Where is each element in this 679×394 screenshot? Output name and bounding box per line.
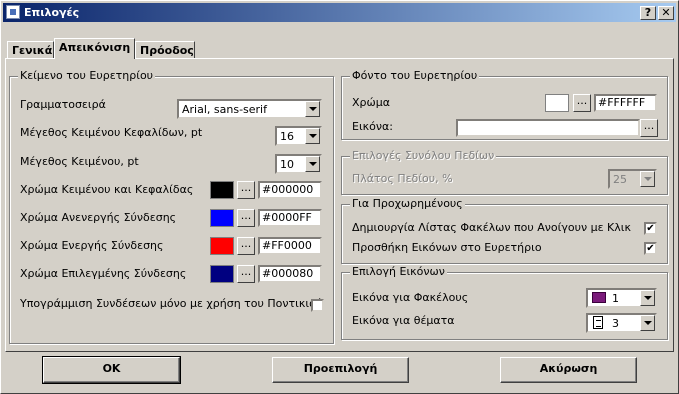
bg-image-field[interactable] [456, 119, 640, 137]
default-button[interactable]: Προεπιλογή [272, 357, 409, 383]
clickable-folders-label: Δημιουργία Λίστας Φακέλων που Ανοίγουν μ… [352, 221, 631, 234]
tab-panel: Κείμενο του Ευρετηρίου Γραμματοσειρά Ari… [5, 58, 674, 352]
options-dialog: Επιλογές ? ✕ Γενικά Απεικόνιση Πρόοδος Κ… [0, 0, 679, 394]
group-title: Επιλογή Εικόνων [350, 265, 447, 279]
tab-progress[interactable]: Πρόοδος [135, 41, 195, 59]
header-size-select[interactable]: 16 [275, 126, 322, 146]
tab-display[interactable]: Απεικόνιση [54, 38, 135, 59]
underline-label: Υπογράμμιση Συνδέσεων μόνο με χρήση του … [20, 297, 323, 310]
header-size-value: 16 [280, 130, 294, 143]
advanced-group: Για Προχωρημένους Δημιουργία Λίστας Φακέ… [341, 197, 668, 264]
font-label: Γραμματοσειρά [20, 98, 106, 111]
text-color-label: Χρώμα Κειμένου και Κεφαλίδας [20, 183, 194, 196]
window-title: Επιλογές [24, 6, 80, 19]
header-size-label: Μέγεθος Κειμένου Κεφαλίδων, pt [20, 126, 203, 139]
active-link-color-field[interactable]: #FF0000 [258, 237, 322, 255]
field-options-group: Επιλογές Συνόλου Πεδίων Πλάτος Πεδίου, %… [341, 149, 668, 195]
group-title: Επιλογές Συνόλου Πεδίων [350, 149, 497, 163]
folder-image-label: Εικόνα για Φακέλους [352, 291, 469, 304]
font-select[interactable]: Arial, sans-serif [177, 99, 322, 119]
selected-link-color-swatch [210, 265, 234, 283]
chevron-down-icon[interactable] [640, 171, 655, 187]
help-button[interactable]: ? [640, 6, 656, 20]
clickable-folders-checkbox[interactable]: ✔ [644, 222, 657, 235]
images-group: Επιλογή Εικόνων Εικόνα για Φακέλους 1 Ει… [341, 265, 668, 340]
folder-image-value: 1 [612, 292, 619, 305]
bg-color-swatch [545, 94, 569, 112]
underline-checkbox[interactable] [311, 299, 324, 312]
selected-link-color-field[interactable]: #000080 [258, 265, 322, 283]
selected-link-color-browse-button[interactable]: ... [237, 265, 255, 283]
font-value: Arial, sans-serif [182, 103, 267, 116]
text-size-label: Μέγεθος Κειμένου, pt [20, 155, 139, 168]
bg-image-label: Εικόνα: [352, 120, 393, 133]
field-width-value: 25 [613, 173, 627, 186]
app-icon [6, 5, 20, 19]
group-title: Κείμενο του Ευρετηρίου [18, 69, 156, 83]
group-title: Για Προχωρημένους [350, 197, 465, 211]
active-link-color-swatch [210, 237, 234, 255]
chevron-down-icon[interactable] [305, 128, 320, 144]
add-images-label: Προσθήκη Εικόνων στο Ευρετήριο [352, 241, 542, 254]
title-bar: Επιλογές ? ✕ [3, 3, 676, 22]
bg-image-browse-button[interactable]: ... [640, 119, 658, 137]
unvisited-link-color-browse-button[interactable]: ... [237, 209, 255, 227]
chevron-down-icon[interactable] [305, 156, 320, 172]
unvisited-link-color-field[interactable]: #0000FF [258, 209, 322, 227]
ok-button[interactable]: OK [42, 356, 181, 384]
text-color-browse-button[interactable]: ... [237, 181, 255, 199]
bg-color-browse-button[interactable]: ... [573, 94, 591, 112]
close-button[interactable]: ✕ [658, 6, 674, 20]
text-size-select[interactable]: 10 [275, 154, 322, 174]
group-title: Φόντο του Ευρετηρίου [350, 69, 480, 83]
field-width-label: Πλάτος Πεδίου, % [352, 172, 453, 185]
tab-general[interactable]: Γενικά [7, 41, 54, 59]
chevron-down-icon[interactable] [305, 101, 320, 117]
folder-image-select[interactable]: 1 [586, 288, 657, 308]
page-icon [593, 316, 603, 329]
selected-link-color-label: Χρώμα Επιλεγμένης Σύνδεσης [20, 267, 187, 280]
active-link-color-label: Χρώμα Ενεργής Σύνδεσης [20, 239, 164, 252]
topic-image-value: 3 [612, 317, 619, 330]
background-group: Φόντο του Ευρετηρίου Χρώμα ... #FFFFFF Ε… [341, 69, 668, 140]
unvisited-link-color-swatch [210, 209, 234, 227]
index-text-group: Κείμενο του Ευρετηρίου Γραμματοσειρά Ari… [9, 69, 334, 344]
add-images-checkbox[interactable]: ✔ [644, 242, 657, 255]
cancel-button[interactable]: Ακύρωση [500, 357, 637, 383]
chevron-down-icon[interactable] [640, 290, 655, 306]
unvisited-link-color-label: Χρώμα Ανενεργής Σύνδεσης [20, 211, 177, 224]
field-width-select[interactable]: 25 [608, 169, 657, 189]
text-size-value: 10 [280, 158, 294, 171]
text-color-field[interactable]: #000000 [258, 181, 322, 199]
active-link-color-browse-button[interactable]: ... [237, 237, 255, 255]
topic-image-label: Εικόνα για θέματα [352, 314, 455, 327]
text-color-swatch [210, 181, 234, 199]
bg-color-label: Χρώμα [352, 96, 390, 109]
topic-image-select[interactable]: 3 [586, 313, 657, 333]
chevron-down-icon[interactable] [640, 315, 655, 331]
book-icon [592, 292, 606, 303]
bg-color-field[interactable]: #FFFFFF [594, 94, 657, 112]
